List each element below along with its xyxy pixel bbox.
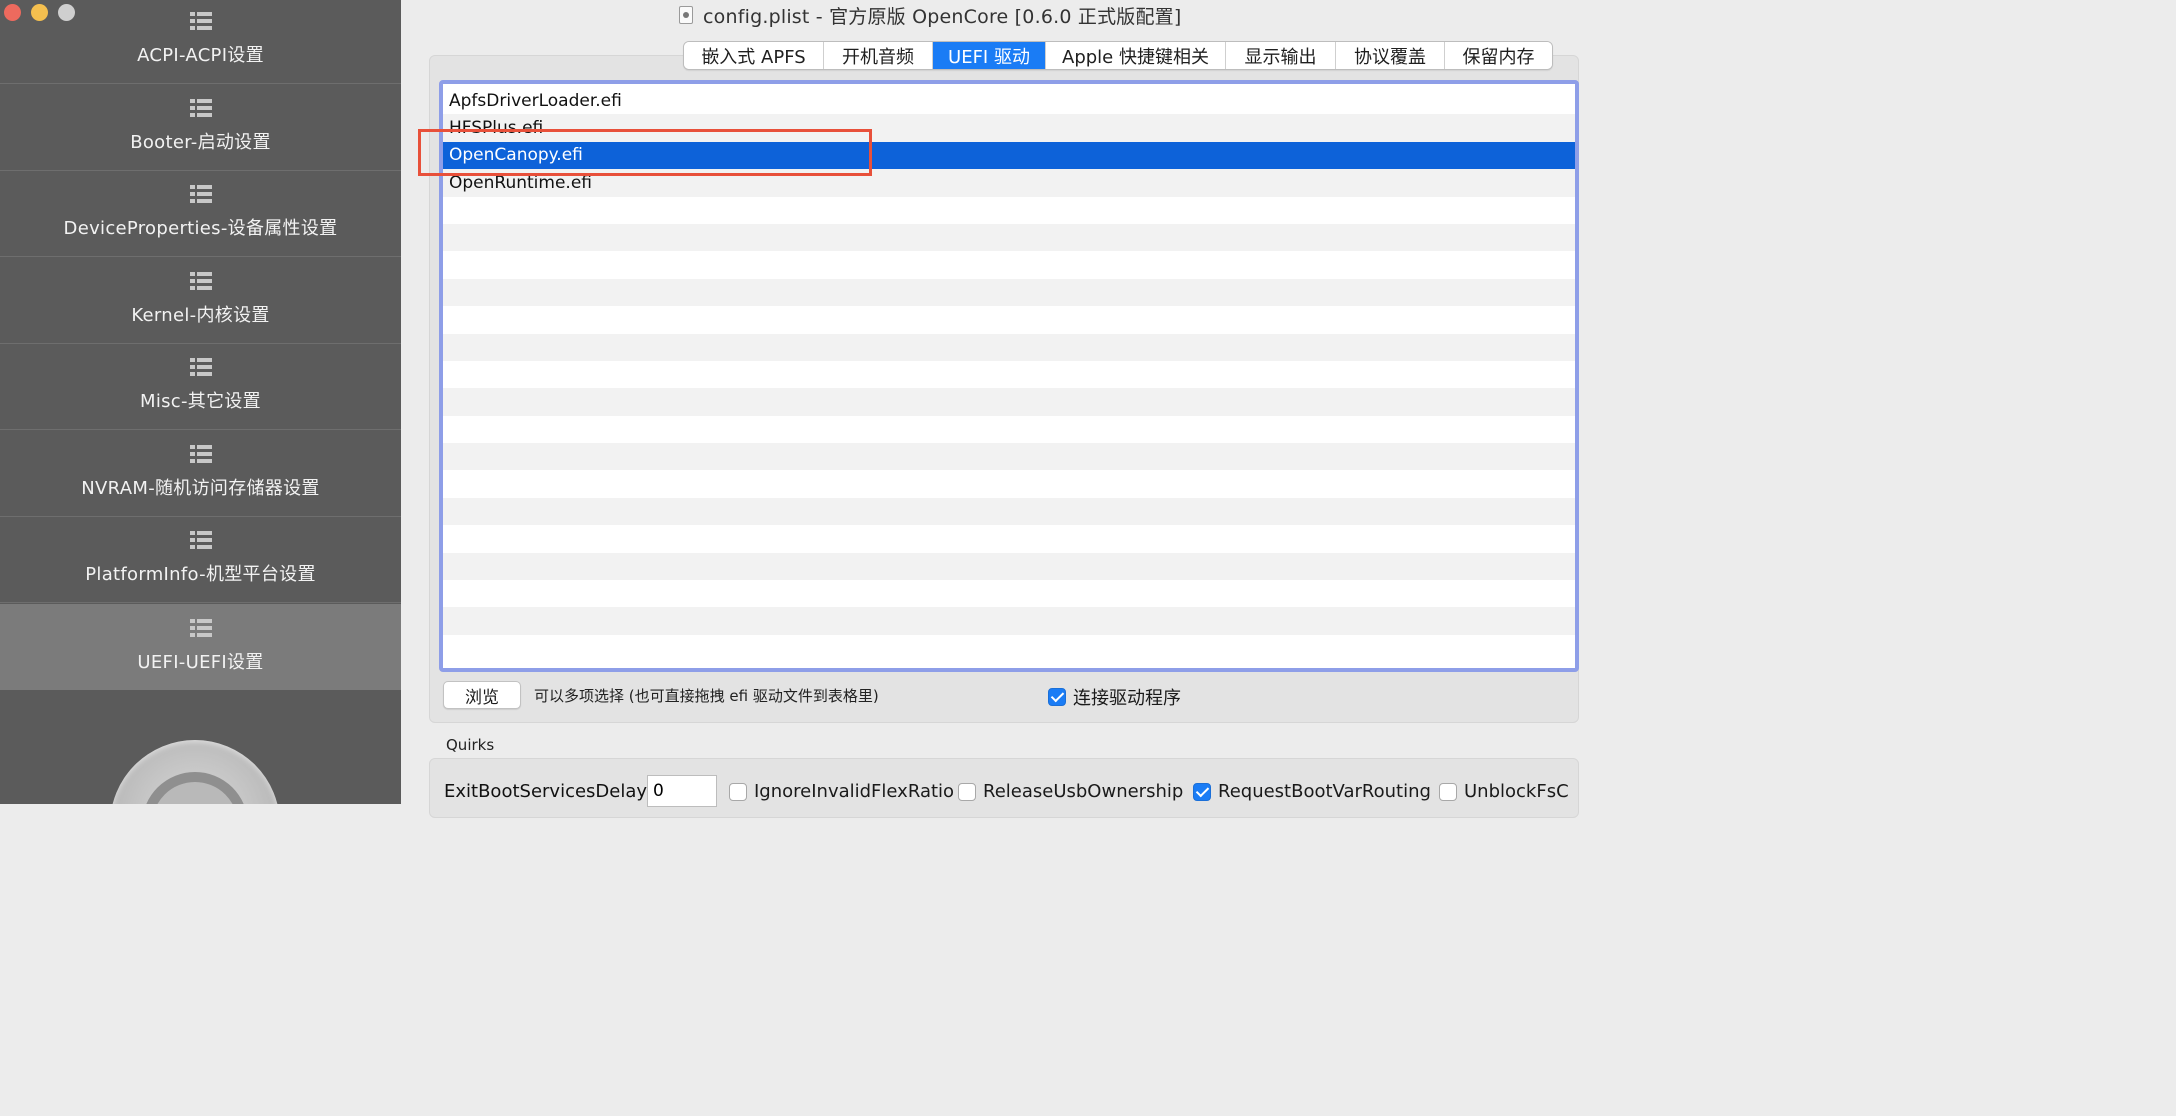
- checkbox-unchecked-icon: [1439, 782, 1457, 801]
- empty-row: [443, 306, 1575, 333]
- exit-boot-services-delay-label: ExitBootServicesDelay: [444, 781, 648, 802]
- empty-row: [443, 443, 1575, 471]
- connect-drivers-checkbox[interactable]: 连接驱动程序: [1048, 684, 1181, 710]
- tab[interactable]: Apple 快捷键相关: [1046, 42, 1226, 69]
- zoom-window-button[interactable]: [58, 4, 75, 21]
- tab[interactable]: 显示输出: [1226, 42, 1336, 69]
- empty-row: [443, 361, 1575, 388]
- sidebar-item-label: PlatformInfo-机型平台设置: [85, 564, 316, 585]
- quirk-checkbox[interactable]: IgnoreInvalidFlexRatio: [729, 781, 954, 802]
- tab[interactable]: 嵌入式 APFS: [684, 42, 824, 69]
- list-item[interactable]: ApfsDriverLoader.efi: [443, 87, 1575, 114]
- list-item[interactable]: OpenRuntime.efi: [443, 169, 1575, 197]
- empty-row: [443, 552, 1575, 581]
- window-title: config.plist - 官方原版 OpenCore [0.6.0 正式版配…: [703, 5, 1182, 28]
- tab-bar: 嵌入式 APFS 开机音频 UEFI 驱动 Apple 快捷键相关 显示输出 协议覆盖 保留…: [683, 41, 1553, 70]
- exit-boot-services-delay-input[interactable]: [647, 775, 717, 807]
- list-item-label: HFSPlus.efi: [449, 118, 544, 139]
- connect-drivers-label: 连接驱动程序: [1073, 688, 1181, 709]
- gear-icon: [110, 740, 280, 804]
- list-icon: [189, 98, 212, 117]
- multi-select-hint: 可以多项选择 (也可直接拖拽 efi 驱动文件到表格里): [534, 687, 879, 705]
- quirks-section-label: Quirks: [446, 736, 495, 754]
- sidebar-item-label: Kernel-内核设置: [131, 304, 270, 326]
- tab[interactable]: 协议覆盖: [1336, 42, 1445, 69]
- sidebar-item-label: ACPI-ACPI设置: [137, 45, 264, 66]
- drivers-list-rows: ApfsDriverLoader.efi HFSPlus.efi OpenCanop…: [443, 87, 1575, 662]
- empty-row: [443, 580, 1575, 607]
- empty-row: [443, 251, 1575, 278]
- sidebar-item[interactable]: UEFI-UEFI设置: [0, 603, 401, 690]
- empty-row: [443, 197, 1575, 224]
- list-item-label: OpenRuntime.efi: [449, 172, 592, 193]
- quirk-checkbox[interactable]: UnblockFsC: [1439, 781, 1569, 802]
- sidebar-item[interactable]: Booter-启动设置: [0, 85, 401, 171]
- quirk-label: ReleaseUsbOwnership: [983, 781, 1184, 802]
- list-item[interactable]: OpenCanopy.efi: [443, 141, 1575, 170]
- title-bar: config.plist - 官方原版 OpenCore [0.6.0 正式版配…: [401, 0, 1568, 30]
- list-icon: [189, 531, 212, 549]
- checkbox-unchecked-icon: [729, 782, 747, 801]
- browse-button[interactable]: 浏览: [443, 681, 521, 709]
- empty-row: [443, 470, 1575, 497]
- list-icon: [189, 185, 212, 203]
- empty-row: [443, 497, 1575, 526]
- quirk-label: RequestBootVarRouting: [1218, 781, 1431, 802]
- empty-row: [443, 223, 1575, 252]
- list-icon: [189, 618, 212, 637]
- sidebar-item-label: Misc-其它设置: [139, 391, 261, 412]
- quirk-label: UnblockFsC: [1464, 781, 1569, 802]
- list-item-label: OpenCanopy.efi: [449, 145, 583, 166]
- sidebar-item[interactable]: NVRAM-随机访问存储器设置: [0, 431, 401, 517]
- quirk-checkbox[interactable]: RequestBootVarRouting: [1193, 781, 1431, 802]
- sidebar-item[interactable]: Kernel-内核设置: [0, 258, 401, 344]
- main-area: config.plist - 官方原版 OpenCore [0.6.0 正式版配…: [401, 0, 1579, 818]
- sidebar-item-label: Booter-启动设置: [130, 131, 271, 153]
- empty-row: [443, 278, 1575, 307]
- list-icon: [189, 358, 212, 376]
- list-icon: [189, 444, 212, 463]
- empty-row: [443, 525, 1575, 552]
- quirk-checkbox[interactable]: ReleaseUsbOwnership: [958, 781, 1183, 802]
- list-icon: [189, 12, 212, 30]
- sidebar-item[interactable]: PlatformInfo-机型平台设置: [0, 517, 401, 603]
- sidebar: ACPI-ACPI设置 Booter-启动设置 DeviceProperties-设…: [0, 0, 401, 804]
- minimize-window-button[interactable]: [31, 4, 48, 21]
- empty-row: [443, 333, 1575, 361]
- sidebar-item-label: DeviceProperties-设备属性设置: [63, 218, 338, 239]
- app-window: ACPI-ACPI设置 Booter-启动设置 DeviceProperties-设…: [0, 0, 1579, 818]
- empty-row: [443, 416, 1575, 443]
- checkbox-checked-icon: [1048, 688, 1066, 706]
- tab[interactable]: UEFI 驱动: [933, 42, 1046, 69]
- document-icon: [679, 6, 693, 24]
- sidebar-item[interactable]: DeviceProperties-设备属性设置: [0, 171, 401, 257]
- checkbox-checked-icon: [1193, 782, 1211, 801]
- close-window-button[interactable]: [4, 4, 21, 21]
- empty-row: [443, 607, 1575, 635]
- quirk-label: IgnoreInvalidFlexRatio: [754, 781, 955, 802]
- window-controls: [4, 4, 75, 21]
- empty-row: [443, 635, 1575, 662]
- sidebar-item[interactable]: Misc-其它设置: [0, 344, 401, 430]
- list-item-label: ApfsDriverLoader.efi: [449, 90, 622, 111]
- drivers-list[interactable]: ApfsDriverLoader.efi HFSPlus.efi OpenCanop…: [439, 80, 1579, 672]
- sidebar-item-label: NVRAM-随机访问存储器设置: [81, 477, 320, 499]
- sidebar-item-label: UEFI-UEFI设置: [137, 651, 264, 673]
- checkbox-unchecked-icon: [958, 782, 976, 801]
- tab[interactable]: 开机音频: [824, 42, 933, 69]
- empty-row: [443, 388, 1575, 416]
- list-icon: [189, 271, 212, 290]
- tab[interactable]: 保留内存: [1445, 42, 1552, 69]
- list-item[interactable]: HFSPlus.efi: [443, 114, 1575, 142]
